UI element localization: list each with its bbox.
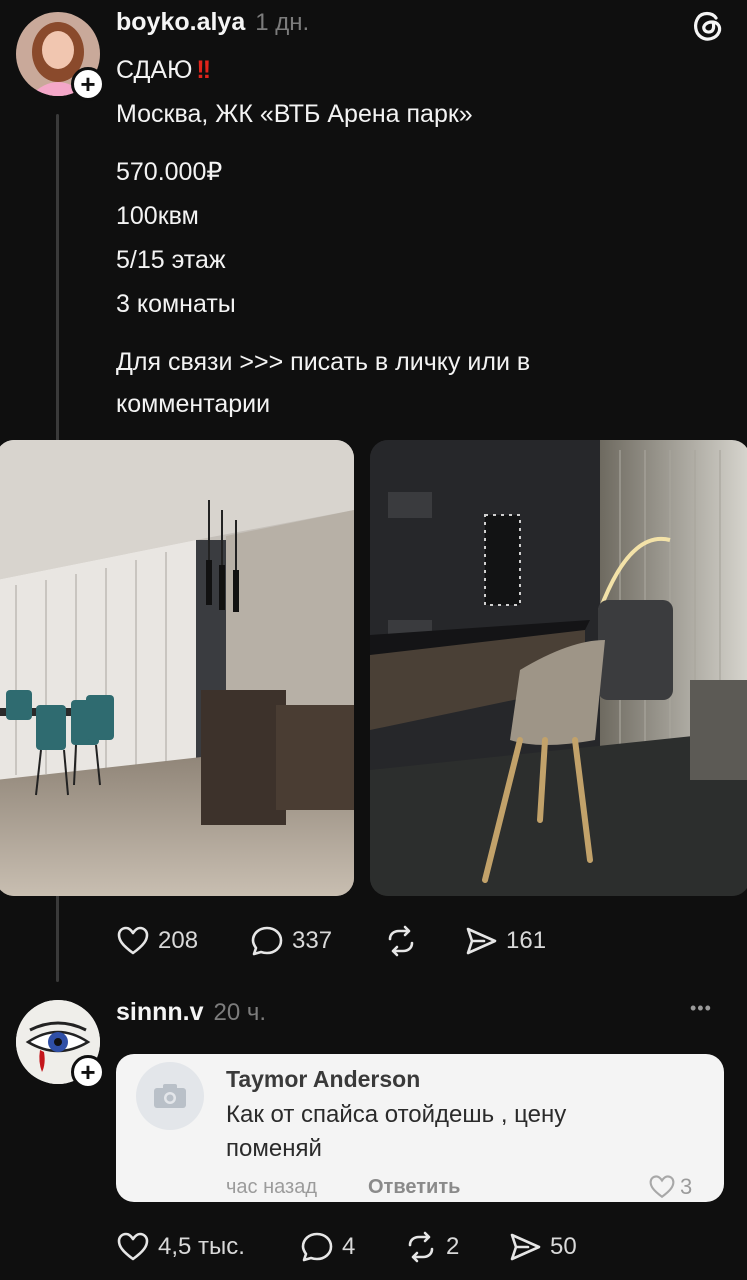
card-heart-icon — [649, 1175, 675, 1199]
comment-icon — [251, 926, 283, 956]
post-contact-line2: комментарии — [116, 390, 271, 418]
share-button[interactable]: 161 — [464, 924, 546, 958]
post-contact-line1: Для связи >>> писать в личку или в — [116, 348, 531, 376]
like-button[interactable]: 208 — [116, 924, 198, 958]
post-price: 570.000₽ — [116, 158, 223, 186]
post-username[interactable]: boyko.alya — [116, 8, 245, 37]
reply-repost-button[interactable]: 2 — [404, 1230, 459, 1264]
card-author-name: Taymor Anderson — [226, 1066, 421, 1092]
reply-header: sinnn.v 20 ч. — [116, 998, 266, 1027]
camera-icon — [136, 1062, 204, 1130]
card-timestamp: час назад — [226, 1176, 318, 1198]
more-icon[interactable]: ••• — [690, 998, 712, 1019]
heart-icon — [117, 926, 149, 955]
reply-username[interactable]: sinnn.v — [116, 998, 204, 1027]
card-like-count: 3 — [680, 1174, 693, 1199]
repost-icon — [388, 925, 414, 957]
reply-share-count: 50 — [550, 1233, 577, 1260]
post-time: 1 дн. — [255, 9, 310, 36]
comment-screenshot-card[interactable]: Taymor Anderson Как от спайса отойдешь ,… — [116, 1054, 724, 1202]
card-reply-link: Ответить — [368, 1176, 461, 1198]
card-text-line2: поменяй — [226, 1135, 322, 1162]
reply-comment-count: 4 — [342, 1233, 356, 1260]
comment-button[interactable]: 337 — [250, 924, 332, 958]
double-exclamation-icon: !! — [196, 56, 211, 84]
card-like: 3 — [648, 1174, 692, 1200]
reply-comment-button[interactable]: 4 — [300, 1230, 355, 1264]
comment-count: 337 — [292, 927, 333, 954]
follow-plus-icon[interactable]: + — [71, 67, 105, 101]
share-icon — [510, 1233, 541, 1261]
post-floor: 5/15 этаж — [116, 246, 226, 274]
comment-icon — [301, 1232, 333, 1262]
reply-time: 20 ч. — [213, 999, 267, 1026]
share-icon — [466, 927, 497, 955]
share-count: 161 — [506, 927, 547, 954]
reply-share-button[interactable]: 50 — [508, 1230, 577, 1264]
like-count: 208 — [158, 927, 199, 954]
post-photo-bedroom[interactable] — [370, 440, 747, 896]
heart-icon — [117, 1232, 149, 1261]
post-area: 100квм — [116, 202, 199, 230]
repost-icon — [408, 1231, 434, 1263]
post-header: boyko.alya 1 дн. — [116, 8, 309, 37]
post-title-line: СДАЮ !! — [116, 48, 211, 92]
post-title: СДАЮ — [116, 56, 193, 84]
reply-repost-count: 2 — [446, 1233, 460, 1260]
post-location: Москва, ЖК «ВТБ Арена парк» — [116, 100, 473, 128]
reply-like-button[interactable]: 4,5 тыс. — [116, 1230, 245, 1264]
repost-button[interactable] — [384, 924, 418, 958]
threads-logo-icon[interactable] — [690, 8, 724, 47]
follow-plus-icon-reply[interactable]: + — [71, 1055, 105, 1089]
card-text-line1: Как от спайса отойдешь , цену — [226, 1101, 567, 1128]
reply-like-count: 4,5 тыс. — [158, 1233, 245, 1260]
post-rooms: 3 комнаты — [116, 290, 236, 318]
post-photo-dining[interactable] — [0, 440, 354, 896]
